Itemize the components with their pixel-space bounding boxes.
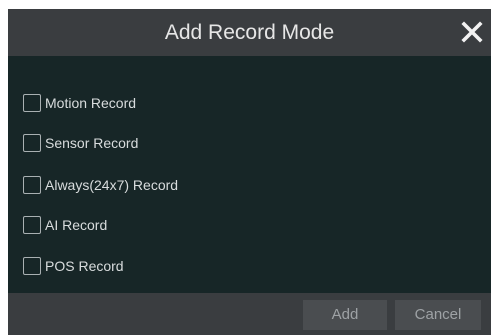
ai-record-checkbox[interactable] xyxy=(23,216,41,234)
option-ai-record[interactable]: AI Record xyxy=(23,214,107,236)
pos-record-label: POS Record xyxy=(45,258,124,274)
dialog-titlebar: Add Record Mode xyxy=(8,9,491,56)
option-sensor-record[interactable]: Sensor Record xyxy=(23,132,138,154)
add-record-mode-dialog: Add Record Mode Motion Record Sensor Rec… xyxy=(8,9,491,335)
pos-record-checkbox[interactable] xyxy=(23,257,41,275)
sensor-record-label: Sensor Record xyxy=(45,135,139,151)
record-mode-options: Motion Record Sensor Record Always(24x7)… xyxy=(8,56,491,293)
cancel-button[interactable]: Cancel xyxy=(395,300,481,330)
close-icon[interactable] xyxy=(459,19,485,45)
ai-record-label: AI Record xyxy=(45,217,108,233)
motion-record-label: Motion Record xyxy=(45,95,137,111)
dialog-footer: Add Cancel xyxy=(8,293,491,335)
add-button[interactable]: Add xyxy=(303,300,387,330)
always-record-label: Always(24x7) Record xyxy=(45,177,179,193)
motion-record-checkbox[interactable] xyxy=(23,94,41,112)
option-motion-record[interactable]: Motion Record xyxy=(23,92,136,114)
sensor-record-checkbox[interactable] xyxy=(23,134,41,152)
option-always-record[interactable]: Always(24x7) Record xyxy=(23,174,178,196)
dialog-title: Add Record Mode xyxy=(164,21,335,44)
option-pos-record[interactable]: POS Record xyxy=(23,255,124,277)
always-record-checkbox[interactable] xyxy=(23,176,41,194)
